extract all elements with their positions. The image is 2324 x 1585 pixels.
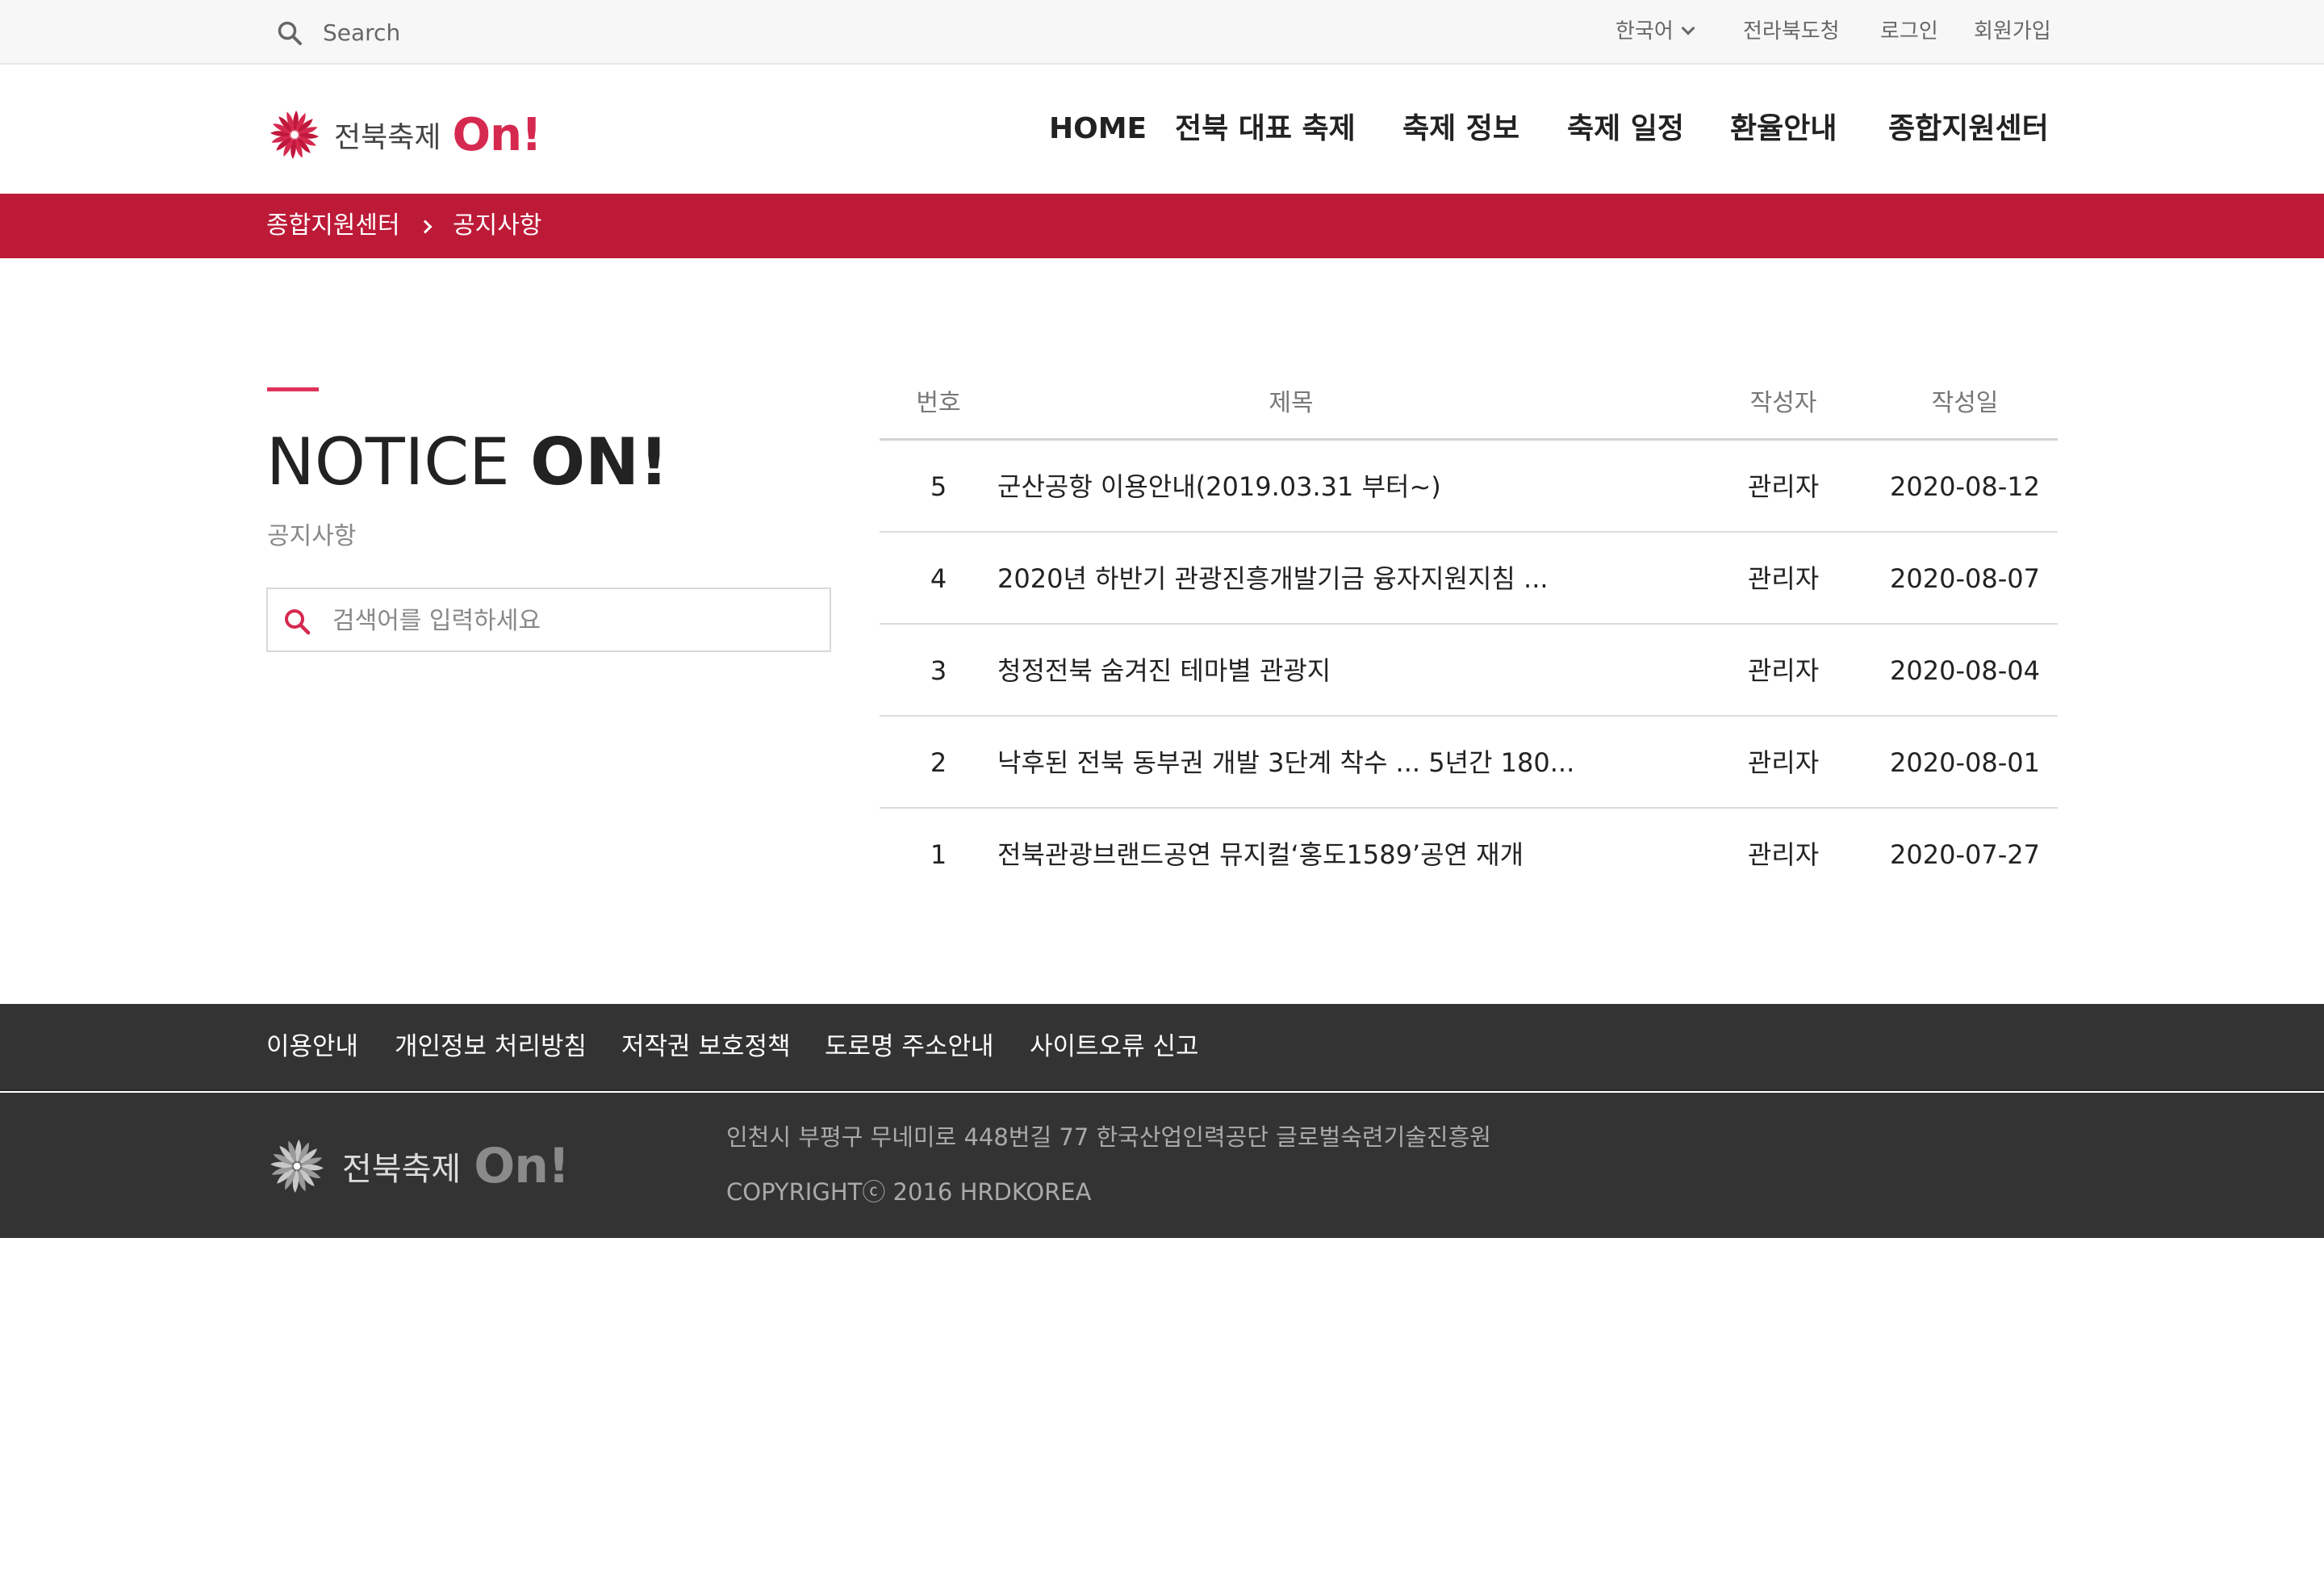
row-number: 5 xyxy=(930,471,947,502)
chevron-right-icon xyxy=(418,220,433,234)
board-search-input[interactable] xyxy=(332,600,817,641)
site-logo[interactable]: 전북축제 On! xyxy=(270,107,542,163)
page-subtitle: 공지사항 xyxy=(267,522,357,550)
footer-link-privacy-policy[interactable]: 개인정보 처리방침 xyxy=(395,1030,587,1064)
table-row[interactable]: 5 군산공항 이용안내(2019.03.31 부터~) 관리자 2020-08-… xyxy=(880,441,2058,533)
row-author: 관리자 xyxy=(1747,747,1820,778)
nav-featured-festivals[interactable]: 전북 대표 축제 xyxy=(1175,110,1356,148)
row-date: 2020-08-12 xyxy=(1890,471,2040,502)
row-title-link[interactable]: 청정전북 숨겨진 테마별 관광지 xyxy=(997,654,1707,688)
logo-text: 전북축제 xyxy=(334,121,441,154)
table-row[interactable]: 2 낙후된 전북 동부권 개발 3단계 착수 ... 5년간 180... 관리… xyxy=(880,717,2058,809)
login-link[interactable]: 로그인 xyxy=(1880,16,1938,47)
search-icon[interactable] xyxy=(282,607,311,636)
header-title: 제목 xyxy=(1269,389,1314,417)
row-title-link[interactable]: 군산공항 이용안내(2019.03.31 부터~) xyxy=(997,470,1707,504)
page-title: NOTICE ON! xyxy=(266,420,669,505)
nav-festival-schedule[interactable]: 축제 일정 xyxy=(1567,110,1684,148)
footer-link-copyright-policy[interactable]: 저작권 보호정책 xyxy=(621,1030,791,1064)
footer-link-report-error[interactable]: 사이트오류 신고 xyxy=(1030,1030,1199,1064)
row-title-link[interactable]: 낙후된 전북 동부권 개발 3단계 착수 ... 5년간 180... xyxy=(997,746,1707,780)
footer-link-usage-guide[interactable]: 이용안내 xyxy=(266,1030,358,1064)
language-select[interactable]: 한국어 xyxy=(1616,16,1695,47)
signup-link[interactable]: 회원가입 xyxy=(1974,16,2051,47)
row-number: 3 xyxy=(930,655,947,686)
top-utility-bar: 한국어 전라북도청 로그인 회원가입 xyxy=(0,0,2324,65)
header-author: 작성자 xyxy=(1749,389,1817,417)
page-title-light: NOTICE xyxy=(266,424,531,500)
nav-home[interactable]: HOME xyxy=(1049,110,1147,148)
row-date: 2020-07-27 xyxy=(1890,839,2040,870)
row-author: 관리자 xyxy=(1747,839,1820,870)
table-row[interactable]: 4 2020년 하반기 관광진흥개발기금 융자지원지침 ... 관리자 2020… xyxy=(880,533,2058,625)
footer-link-road-address[interactable]: 도로명 주소안내 xyxy=(825,1030,994,1064)
row-number: 4 xyxy=(930,563,947,594)
footer-address: 인천시 부평구 무네미로 448번길 77 한국산업인력공단 글로벌숙련기술진흥… xyxy=(726,1123,1491,1151)
page-title-bold: ON! xyxy=(530,424,669,500)
heading-accent-line xyxy=(267,387,319,391)
logo-flower-icon xyxy=(270,1140,324,1193)
row-title-link[interactable]: 전북관광브랜드공연 뮤지컬‘홍도1589’공연 재개 xyxy=(997,838,1707,872)
footer-logo: 전북축제 On! xyxy=(270,1138,570,1194)
notice-table: 번호 제목 작성자 작성일 5 군산공항 이용안내(2019.03.31 부터~… xyxy=(880,371,2058,901)
global-search-input[interactable] xyxy=(323,13,726,52)
row-title-link[interactable]: 2020년 하반기 관광진흥개발기금 융자지원지침 ... xyxy=(997,562,1707,596)
footer-logo-on-text: On! xyxy=(474,1138,570,1194)
breadcrumb-notice[interactable]: 공지사항 xyxy=(453,210,541,242)
logo-on-text: On! xyxy=(452,108,541,161)
nav-exchange-rate[interactable]: 환율안내 xyxy=(1730,110,1837,148)
table-row[interactable]: 1 전북관광브랜드공연 뮤지컬‘홍도1589’공연 재개 관리자 2020-07… xyxy=(880,809,2058,901)
table-row[interactable]: 3 청정전북 숨겨진 테마별 관광지 관리자 2020-08-04 xyxy=(880,625,2058,717)
row-author: 관리자 xyxy=(1747,655,1820,686)
board-search-box xyxy=(266,588,831,652)
row-number: 1 xyxy=(930,839,947,870)
logo-flower-icon xyxy=(270,111,319,159)
row-date: 2020-08-07 xyxy=(1890,563,2040,594)
row-author: 관리자 xyxy=(1747,563,1820,594)
footer-logo-text: 전북축제 xyxy=(342,1151,462,1188)
row-author: 관리자 xyxy=(1747,471,1820,502)
table-header: 번호 제목 작성자 작성일 xyxy=(880,371,2058,441)
footer-links-bar: 이용안내 개인정보 처리방침 저작권 보호정책 도로명 주소안내 사이트오류 신… xyxy=(0,1004,2324,1091)
language-label: 한국어 xyxy=(1616,19,1674,44)
breadcrumb: 종합지원센터 공지사항 xyxy=(0,194,2324,258)
site-header: 전북축제 On! HOME 전북 대표 축제 축제 정보 축제 일정 환율안내 … xyxy=(0,65,2324,194)
nav-support-center[interactable]: 종합지원센터 xyxy=(1888,110,2049,148)
header-date: 작성일 xyxy=(1931,389,1999,417)
chevron-down-icon xyxy=(1681,21,1695,36)
jeonbuk-province-link[interactable]: 전라북도청 xyxy=(1743,16,1840,47)
nav-festival-info[interactable]: 축제 정보 xyxy=(1402,110,1519,148)
search-icon[interactable] xyxy=(276,19,303,47)
row-number: 2 xyxy=(930,747,947,778)
footer-info: 전북축제 On! 인천시 부평구 무네미로 448번길 77 한국산업인력공단 … xyxy=(0,1093,2324,1238)
row-date: 2020-08-04 xyxy=(1890,655,2040,686)
footer-copyright: COPYRIGHTⓒ 2016 HRDKOREA xyxy=(726,1178,1092,1206)
breadcrumb-support-center[interactable]: 종합지원센터 xyxy=(266,210,400,242)
row-date: 2020-08-01 xyxy=(1890,747,2040,778)
